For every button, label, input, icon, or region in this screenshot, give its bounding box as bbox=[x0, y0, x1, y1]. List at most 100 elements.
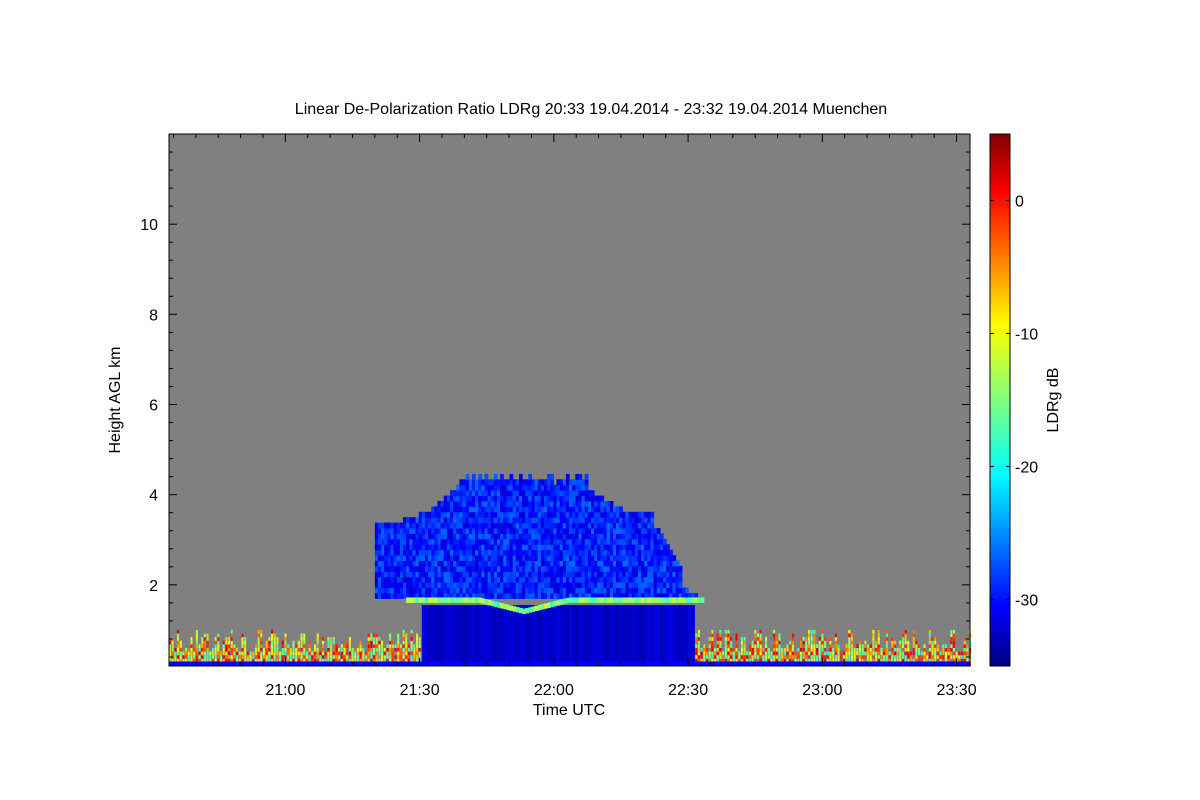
clutter-pixel bbox=[254, 651, 257, 656]
clutter-pixel bbox=[386, 647, 389, 652]
clutter-pixel bbox=[316, 637, 319, 641]
clutter-pixel bbox=[765, 647, 768, 652]
clutter-pixel bbox=[950, 655, 953, 659]
clutter-pixel bbox=[391, 644, 394, 648]
clutter-pixel bbox=[864, 647, 867, 652]
clutter-pixel bbox=[268, 640, 271, 645]
clutter-pixel bbox=[381, 655, 384, 659]
clutter-pixel bbox=[754, 633, 757, 638]
clutter-pixel bbox=[727, 655, 730, 659]
clutter-pixel bbox=[313, 647, 316, 652]
clutter-pixel bbox=[735, 655, 738, 659]
clutter-pixel bbox=[375, 633, 378, 638]
clutter-pixel bbox=[961, 651, 964, 656]
clutter-pixel bbox=[257, 640, 260, 645]
clutter-pixel bbox=[904, 637, 907, 641]
clutter-pixel bbox=[260, 629, 263, 634]
clutter-pixel bbox=[351, 651, 354, 656]
clutter-pixel bbox=[850, 647, 853, 652]
clutter-pixel bbox=[697, 633, 700, 638]
clutter-pixel bbox=[705, 651, 708, 656]
clutter-pixel bbox=[813, 640, 816, 645]
clutter-pixel bbox=[711, 651, 714, 656]
clutter-pixel bbox=[732, 655, 735, 659]
clutter-pixel bbox=[381, 651, 384, 656]
clutter-pixel bbox=[789, 644, 792, 648]
clutter-pixel bbox=[416, 637, 419, 641]
clutter-pixel bbox=[961, 655, 964, 659]
clutter-pixel bbox=[405, 655, 408, 659]
clutter-pixel bbox=[214, 651, 217, 656]
clutter-pixel bbox=[265, 640, 268, 645]
clutter-pixel bbox=[775, 651, 778, 656]
clutter-pixel bbox=[300, 644, 303, 648]
clutter-pixel bbox=[416, 640, 419, 645]
clutter-pixel bbox=[923, 647, 926, 652]
clutter-pixel bbox=[410, 644, 413, 648]
clutter-pixel bbox=[292, 640, 295, 645]
clutter-pixel bbox=[767, 647, 770, 652]
clutter-pixel bbox=[367, 651, 370, 656]
clutter-pixel bbox=[963, 651, 966, 656]
clutter-pixel bbox=[907, 644, 910, 648]
clutter-pixel bbox=[378, 647, 381, 652]
clutter-pixel bbox=[899, 640, 902, 645]
clutter-pixel bbox=[244, 651, 247, 656]
clutter-pixel bbox=[177, 647, 180, 652]
clutter-pixel bbox=[233, 655, 236, 659]
clutter-pixel bbox=[418, 647, 421, 652]
clutter-pixel bbox=[370, 640, 373, 645]
clutter-pixel bbox=[284, 647, 287, 652]
clutter-pixel bbox=[885, 640, 888, 645]
cloud-pixel bbox=[659, 533, 664, 540]
clutter-pixel bbox=[311, 651, 314, 656]
clutter-pixel bbox=[410, 651, 413, 656]
clutter-pixel bbox=[695, 637, 698, 641]
clutter-pixel bbox=[926, 655, 929, 659]
clutter-pixel bbox=[330, 640, 333, 645]
clutter-pixel bbox=[410, 633, 413, 638]
clutter-pixel bbox=[740, 640, 743, 645]
clutter-pixel bbox=[364, 655, 367, 659]
clutter-pixel bbox=[805, 655, 808, 659]
clutter-pixel bbox=[209, 655, 212, 659]
cloud-pixel bbox=[663, 538, 667, 545]
clutter-pixel bbox=[190, 644, 193, 648]
clutter-pixel bbox=[190, 647, 193, 652]
clutter-pixel bbox=[765, 651, 768, 656]
clutter-pixel bbox=[859, 651, 862, 656]
clutter-pixel bbox=[327, 644, 330, 648]
clutter-pixel bbox=[958, 651, 961, 656]
clutter-pixel bbox=[211, 651, 214, 656]
clutter-pixel bbox=[351, 647, 354, 652]
clutter-pixel bbox=[316, 647, 319, 652]
clutter-pixel bbox=[254, 644, 257, 648]
clutter-pixel bbox=[348, 640, 351, 645]
cloud-pixel bbox=[509, 473, 514, 480]
clutter-pixel bbox=[952, 655, 955, 659]
clutter-pixel bbox=[383, 651, 386, 656]
clutter-pixel bbox=[708, 637, 711, 641]
clutter-pixel bbox=[824, 637, 827, 641]
clutter-pixel bbox=[885, 655, 888, 659]
clutter-pixel bbox=[201, 644, 204, 648]
clutter-pixel bbox=[405, 644, 408, 648]
clutter-pixel bbox=[756, 640, 759, 645]
clutter-pixel bbox=[783, 655, 786, 659]
clutter-pixel bbox=[330, 644, 333, 648]
cloud-pixel bbox=[590, 490, 595, 497]
clutter-pixel bbox=[338, 651, 341, 656]
clutter-pixel bbox=[225, 647, 228, 652]
clutter-pixel bbox=[915, 644, 918, 648]
clutter-pixel bbox=[778, 637, 781, 641]
cloud-pixel bbox=[669, 549, 674, 556]
clutter-pixel bbox=[848, 633, 851, 638]
cloud-pixel bbox=[678, 571, 683, 578]
clutter-pixel bbox=[195, 647, 198, 652]
clutter-pixel bbox=[332, 640, 335, 645]
cloud-pixel bbox=[656, 528, 661, 534]
clutter-pixel bbox=[762, 655, 765, 659]
clutter-pixel bbox=[265, 655, 268, 659]
clutter-pixel bbox=[773, 629, 776, 634]
clutter-pixel bbox=[284, 633, 287, 638]
